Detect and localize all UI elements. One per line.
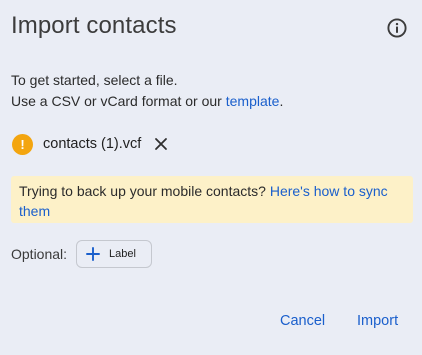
import-contacts-dialog: Import contacts To get started, select a… bbox=[0, 0, 422, 355]
instructions-line-2: Use a CSV or vCard format or our templat… bbox=[11, 91, 283, 112]
optional-text: Optional: bbox=[11, 246, 68, 262]
dialog-actions: Cancel Import bbox=[0, 310, 422, 332]
cancel-button[interactable]: Cancel bbox=[280, 310, 325, 332]
dialog-title: Import contacts bbox=[11, 12, 177, 39]
instructions-line-1: To get started, select a file. bbox=[11, 72, 178, 88]
selected-file: ! contacts (1).vcf bbox=[12, 133, 169, 155]
template-link[interactable]: template bbox=[226, 93, 280, 109]
banner-text: Trying to back up your mobile contacts? bbox=[19, 183, 270, 199]
instructions-line-2-prefix: Use a CSV or vCard format or our bbox=[11, 93, 226, 109]
instructions-line-2-suffix: . bbox=[279, 93, 284, 109]
info-icon[interactable] bbox=[386, 17, 408, 39]
add-label-button[interactable]: Label bbox=[76, 240, 153, 268]
add-label-text: Label bbox=[109, 248, 136, 260]
sync-tip-banner: Trying to back up your mobile contacts? … bbox=[11, 176, 413, 223]
instructions: To get started, select a file. Use a CSV… bbox=[11, 70, 283, 112]
warning-icon: ! bbox=[12, 133, 33, 155]
plus-icon bbox=[86, 247, 100, 261]
import-button[interactable]: Import bbox=[357, 310, 398, 332]
optional-label-row: Optional: Label bbox=[11, 240, 153, 268]
file-name: contacts (1).vcf bbox=[43, 136, 142, 152]
close-icon[interactable] bbox=[153, 136, 169, 152]
